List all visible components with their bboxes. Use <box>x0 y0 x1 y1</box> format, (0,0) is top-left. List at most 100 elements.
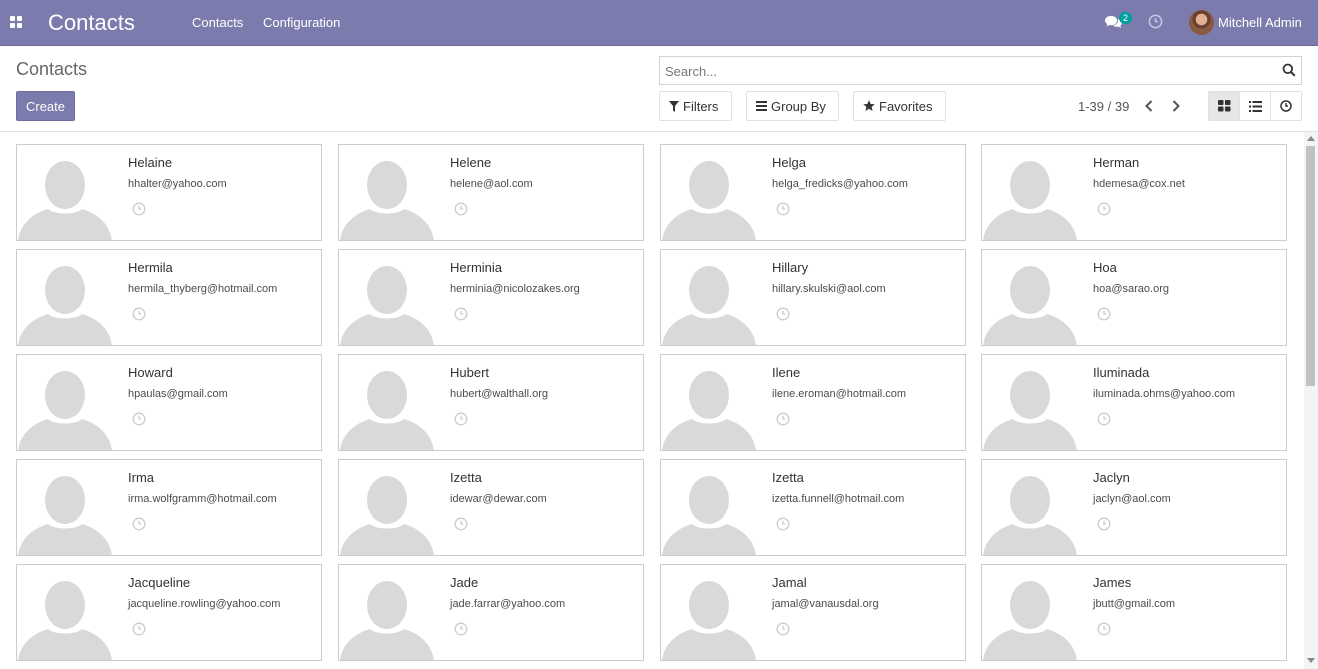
contact-card[interactable]: Irma irma.wolfgramm@hotmail.com <box>16 459 322 556</box>
activity-clock-icon[interactable] <box>132 202 146 216</box>
contact-email: jade.farrar@yahoo.com <box>450 598 566 610</box>
activity-clock-icon[interactable] <box>454 307 468 321</box>
contact-card[interactable]: Iluminada iluminada.ohms@yahoo.com <box>981 354 1287 451</box>
activity-clock-icon[interactable] <box>454 202 468 216</box>
activity-clock-icon[interactable] <box>1097 622 1111 636</box>
group-by-button[interactable]: Group By <box>746 91 839 121</box>
activity-clock-icon[interactable] <box>132 307 146 321</box>
pager-value[interactable]: 1-39 / 39 <box>1078 99 1129 114</box>
contact-card[interactable]: Ilene ilene.eroman@hotmail.com <box>660 354 966 451</box>
user-name[interactable]: Mitchell Admin <box>1218 15 1302 30</box>
contact-card[interactable]: Hubert hubert@walthall.org <box>338 354 644 451</box>
contact-card[interactable]: Jamal jamal@vanausdal.org <box>660 564 966 661</box>
contact-name: Helga <box>772 155 806 170</box>
contact-email: hillary.skulski@aol.com <box>772 283 886 295</box>
contact-name: Izetta <box>450 470 482 485</box>
contact-name: Jaclyn <box>1093 470 1130 485</box>
contact-card[interactable]: James jbutt@gmail.com <box>981 564 1287 661</box>
contact-card[interactable]: Helene helene@aol.com <box>338 144 644 241</box>
activity-clock-icon[interactable] <box>776 412 790 426</box>
activity-clock-icon[interactable] <box>454 622 468 636</box>
activity-clock-icon[interactable] <box>776 517 790 531</box>
contact-avatar-placeholder <box>340 355 434 450</box>
chat-count-badge: 2 <box>1119 12 1133 24</box>
contact-card[interactable]: Helga helga_fredicks@yahoo.com <box>660 144 966 241</box>
scroll-up-arrow[interactable] <box>1307 136 1315 141</box>
user-avatar[interactable] <box>1189 10 1214 35</box>
activity-clock-icon[interactable] <box>1097 517 1111 531</box>
page-title: Contacts <box>16 59 88 79</box>
contact-avatar-placeholder <box>340 565 434 660</box>
control-panel: Contacts Create Filters Group By Favorit… <box>0 46 1318 132</box>
activity-clock-icon[interactable] <box>132 412 146 426</box>
activity-clock-icon[interactable] <box>1097 202 1111 216</box>
chevron-right-icon[interactable] <box>1170 99 1182 113</box>
activity-clock-icon[interactable] <box>454 412 468 426</box>
contact-name: Hoa <box>1093 260 1117 275</box>
contact-avatar-placeholder <box>18 250 112 345</box>
favorites-button[interactable]: Favorites <box>853 91 946 121</box>
contact-card[interactable]: Jade jade.farrar@yahoo.com <box>338 564 644 661</box>
menu-configuration[interactable]: Configuration <box>263 15 340 30</box>
contact-avatar-placeholder <box>983 355 1077 450</box>
contact-card[interactable]: Hillary hillary.skulski@aol.com <box>660 249 966 346</box>
activity-view-button[interactable] <box>1271 92 1301 120</box>
chevron-left-icon[interactable] <box>1143 99 1155 113</box>
search-input[interactable] <box>665 62 1265 80</box>
apps-menu-icon[interactable] <box>10 16 23 29</box>
menu-contacts[interactable]: Contacts <box>192 15 243 30</box>
contact-email: irma.wolfgramm@hotmail.com <box>128 493 277 505</box>
filters-button[interactable]: Filters <box>659 91 732 121</box>
contact-card[interactable]: Herman hdemesa@cox.net <box>981 144 1287 241</box>
activity-clock-icon[interactable] <box>776 202 790 216</box>
activity-clock-icon[interactable] <box>132 517 146 531</box>
activity-clock-icon[interactable] <box>132 622 146 636</box>
contact-avatar-placeholder <box>662 145 756 240</box>
contact-card[interactable]: Herminia herminia@nicolozakes.org <box>338 249 644 346</box>
contact-avatar-placeholder <box>983 565 1077 660</box>
contact-email: helene@aol.com <box>450 178 533 190</box>
contact-name: James <box>1093 575 1132 590</box>
contact-card[interactable]: Izetta izetta.funnell@hotmail.com <box>660 459 966 556</box>
contact-card[interactable]: Jacqueline jacqueline.rowling@yahoo.com <box>16 564 322 661</box>
search-box <box>659 56 1302 85</box>
contact-avatar-placeholder <box>662 565 756 660</box>
contact-avatar-placeholder <box>340 460 434 555</box>
activity-clock-icon[interactable] <box>776 307 790 321</box>
kanban-view-button[interactable] <box>1209 92 1240 120</box>
contact-card[interactable]: Jaclyn jaclyn@aol.com <box>981 459 1287 556</box>
contact-email: hpaulas@gmail.com <box>128 388 228 400</box>
activity-clock-icon[interactable] <box>454 517 468 531</box>
create-button[interactable]: Create <box>16 91 75 121</box>
group-by-icon <box>756 101 767 111</box>
activity-clock-icon[interactable] <box>1148 14 1163 29</box>
contact-card[interactable]: Howard hpaulas@gmail.com <box>16 354 322 451</box>
contact-card[interactable]: Hermila hermila_thyberg@hotmail.com <box>16 249 322 346</box>
contact-name: Helene <box>450 155 492 170</box>
contact-card[interactable]: Izetta idewar@dewar.com <box>338 459 644 556</box>
contact-email: ilene.eroman@hotmail.com <box>772 388 907 400</box>
search-icon[interactable] <box>1282 63 1296 77</box>
contact-email: jaclyn@aol.com <box>1093 493 1171 505</box>
contact-email: jbutt@gmail.com <box>1093 598 1176 610</box>
activity-clock-icon[interactable] <box>776 622 790 636</box>
activity-clock-icon[interactable] <box>1097 307 1111 321</box>
contact-avatar-placeholder <box>18 145 112 240</box>
app-title[interactable]: Contacts <box>48 10 135 36</box>
contact-name: Ilene <box>772 365 801 380</box>
vertical-scrollbar[interactable] <box>1304 132 1318 669</box>
contact-email: izetta.funnell@hotmail.com <box>772 493 905 505</box>
contact-avatar-placeholder <box>18 565 112 660</box>
list-view-button[interactable] <box>1240 92 1271 120</box>
contact-card[interactable]: Hoa hoa@sarao.org <box>981 249 1287 346</box>
scroll-down-arrow[interactable] <box>1307 658 1315 663</box>
contact-name: Howard <box>128 365 173 380</box>
contact-name: Herminia <box>450 260 503 275</box>
contact-avatar-placeholder <box>18 355 112 450</box>
kanban-icon <box>1217 100 1230 112</box>
contact-name: Iluminada <box>1093 365 1150 380</box>
activity-clock-icon[interactable] <box>1097 412 1111 426</box>
contact-card[interactable]: Helaine hhalter@yahoo.com <box>16 144 322 241</box>
scroll-thumb[interactable] <box>1306 146 1315 386</box>
contact-avatar-placeholder <box>18 460 112 555</box>
